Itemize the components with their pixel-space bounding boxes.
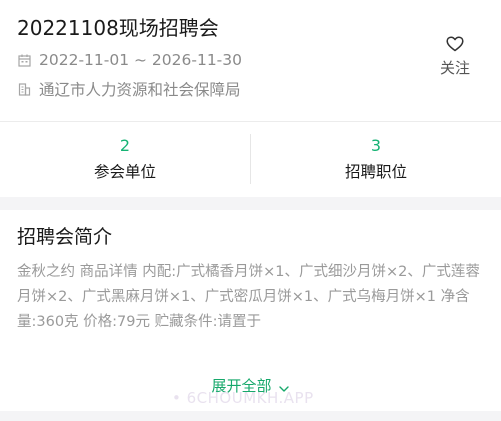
stat-participating-companies[interactable]: 2 参会单位 bbox=[0, 122, 250, 197]
stat-value: 3 bbox=[370, 136, 382, 155]
stat-job-positions[interactable]: 3 招聘职位 bbox=[251, 122, 501, 197]
watermark-text: • 6CHOUMKH.APP bbox=[172, 389, 314, 407]
heart-icon bbox=[446, 36, 464, 56]
building-icon bbox=[17, 82, 31, 96]
follow-button[interactable]: 关注 bbox=[430, 36, 480, 78]
stats-bar: 2 参会单位 3 招聘职位 bbox=[0, 122, 501, 197]
intro-title: 招聘会简介 bbox=[17, 226, 113, 248]
fair-title: 20221108现场招聘会 bbox=[17, 16, 219, 40]
stat-label: 参会单位 bbox=[93, 163, 156, 181]
organizer-text: 通辽市人力资源和社会保障局 bbox=[39, 81, 241, 99]
intro-body-text: 金秋之约 商品详情 内配:广式橘香月饼×1、广式细沙月饼×2、广式莲蓉月饼×2、… bbox=[17, 264, 480, 330]
date-range-text: 2022-11-01 ~ 2026-11-30 bbox=[39, 51, 242, 69]
fair-header-card: 20221108现场招聘会 2022-11-01 ~ 2026-11-30 通辽… bbox=[0, 0, 501, 121]
stat-label: 招聘职位 bbox=[344, 163, 407, 181]
stat-value: 2 bbox=[119, 136, 131, 155]
calendar-icon bbox=[17, 53, 31, 67]
date-range-row: 2022-11-01 ~ 2026-11-30 bbox=[17, 49, 242, 71]
follow-label: 关注 bbox=[439, 59, 470, 77]
organizer-row: 通辽市人力资源和社会保障局 bbox=[17, 78, 241, 100]
intro-card: 招聘会简介 金秋之约 商品详情 内配:广式橘香月饼×1、广式细沙月饼×2、广式莲… bbox=[0, 210, 501, 411]
job-fair-detail-page: 20221108现场招聘会 2022-11-01 ~ 2026-11-30 通辽… bbox=[0, 0, 501, 421]
